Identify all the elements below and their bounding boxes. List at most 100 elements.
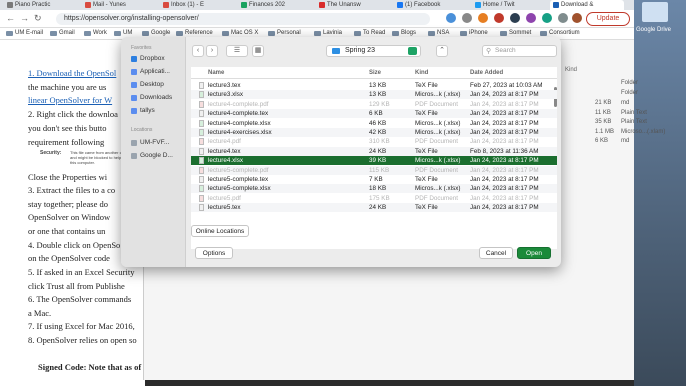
file-icon — [199, 204, 204, 212]
open-button[interactable]: Open — [517, 247, 551, 259]
file-name: lecture5-complete.tex — [208, 176, 269, 183]
file-row[interactable]: lecture5-complete.pdf 115 KB PDF Document J… — [191, 165, 557, 175]
file-row[interactable]: lecture4-complete.tex 6 KB TeX File Jan 24,… — [191, 109, 557, 119]
column-date[interactable]: Date Added — [470, 70, 503, 76]
bookmark-label: Sommet — [509, 30, 532, 36]
browser-tab[interactable]: Finances 202 — [238, 0, 312, 10]
file-row[interactable]: lecture4-exercises.xlsx 42 KB Micros...k (… — [191, 128, 557, 137]
file-size: 115 KB — [369, 166, 390, 174]
sidebar-icon[interactable] — [558, 13, 568, 23]
column-kind[interactable]: Kind — [415, 70, 428, 76]
browser-tab[interactable]: Home / Twit — [472, 0, 546, 10]
file-row[interactable]: lecture5-complete.tex 7 KB TeX File Jan 24,… — [191, 175, 557, 184]
bookmark-item[interactable]: Blogs — [392, 30, 416, 36]
file-row[interactable]: lecture4.pdf 310 KB PDF Document Jan 24, 20… — [191, 137, 557, 146]
bookmark-item[interactable]: NSA — [428, 30, 449, 36]
file-row[interactable]: lecture5.tex 24 KB TeX File Jan 24, 2023 at… — [191, 203, 557, 213]
bookmark-item[interactable]: Lavinia — [314, 30, 342, 36]
sidebar-item[interactable]: Google D... — [131, 152, 173, 159]
share-icon[interactable] — [446, 13, 456, 23]
page-text-line: stay together; please do — [28, 199, 109, 209]
file-row[interactable]: lecture4-complete.xlsx 46 KB Micros...k (.… — [191, 119, 557, 128]
options-button[interactable]: Options — [195, 247, 233, 259]
file-kind: Micros...k (.xlsx) — [415, 91, 461, 99]
file-row[interactable]: lecture5.pdf 175 KB PDF Document Jan 24, 20… — [191, 194, 557, 203]
back-icon[interactable]: ← — [6, 13, 15, 23]
group-icon[interactable]: ▦ — [252, 45, 264, 57]
sidebar-item[interactable]: Downloads — [131, 94, 172, 101]
browser-tab[interactable]: Download & — [550, 0, 624, 10]
bookmark-item[interactable]: Work — [84, 30, 107, 36]
view-options-icon[interactable]: ☰ — [226, 45, 248, 57]
extension-icon[interactable] — [510, 13, 520, 23]
browser-tab[interactable]: Inbox (1) - E — [160, 0, 234, 10]
bookmark-label: NSA — [437, 30, 450, 36]
bookmark-item[interactable]: UM — [114, 30, 132, 36]
file-row[interactable]: lecture5-complete.xlsx 18 KB Micros...k (.… — [191, 184, 557, 194]
folder-icon — [222, 30, 229, 36]
forward-icon[interactable]: → — [20, 13, 29, 23]
page-text-line[interactable]: 1. Download the OpenSol — [28, 68, 116, 78]
bookmark-item[interactable]: Gmail — [50, 30, 75, 36]
browser-tab[interactable]: Piano Practic — [4, 0, 78, 10]
sidebar-item[interactable]: tallys — [131, 107, 155, 114]
extension-icon[interactable] — [494, 13, 504, 23]
file-row[interactable]: lecture3.xlsx 13 KB Micros...k (.xlsx) Jan … — [191, 90, 557, 100]
back-icon[interactable]: ‹ — [192, 45, 204, 57]
extension-icon[interactable] — [542, 13, 552, 23]
sidebar-item[interactable]: Applicati... — [131, 68, 170, 75]
bookmark-item[interactable]: To Read — [354, 30, 385, 36]
finder-kind: md — [621, 100, 630, 106]
tab-label: Home / Twit — [483, 2, 515, 8]
drive-icon — [131, 139, 137, 146]
star-icon[interactable] — [462, 13, 472, 23]
folder-icon — [314, 30, 321, 36]
bookmark-item[interactable]: UM E-mail — [6, 30, 43, 36]
forward-icon[interactable]: › — [206, 45, 218, 57]
file-list: Name Size Kind Date Added lecture3.tex 13… — [191, 67, 557, 249]
browser-tab[interactable]: (1) Facebook — [394, 0, 468, 10]
folder-icon — [131, 55, 137, 62]
reload-icon[interactable]: ↻ — [34, 13, 42, 24]
extension-icon[interactable] — [478, 13, 488, 23]
sidebar-item[interactable]: UM-FVF... — [131, 139, 169, 146]
google-drive-icon[interactable] — [642, 2, 668, 22]
file-row[interactable]: lecture3.tex 13 KB TeX File Feb 27, 2023 at… — [191, 81, 557, 90]
bookmark-item[interactable]: Reference — [176, 30, 213, 36]
bookmark-item[interactable]: Mac OS X — [222, 30, 258, 36]
search-input[interactable]: ⚲ Search — [482, 45, 557, 57]
file-icon — [199, 100, 204, 108]
extension-icon[interactable] — [526, 13, 536, 23]
column-name[interactable]: Name — [208, 70, 224, 76]
location-label: Spring 23 — [345, 47, 375, 54]
browser-tab[interactable]: Mail - Yunes — [82, 0, 156, 10]
page-text-line[interactable]: linear OpenSolver for W — [28, 95, 112, 105]
bookmark-item[interactable]: Personal — [268, 30, 301, 36]
sidebar-item[interactable]: Desktop — [131, 81, 164, 88]
bookmark-item[interactable]: iPhone — [460, 30, 488, 36]
cancel-button[interactable]: Cancel — [479, 247, 513, 259]
file-name: lecture4.pdf — [208, 138, 241, 146]
sidebar-item[interactable]: Dropbox — [131, 55, 165, 62]
page-text-line: Close the Properties wi — [28, 172, 108, 182]
folder-icon — [460, 30, 467, 36]
file-row[interactable]: lecture4-complete.pdf 129 KB PDF Document J… — [191, 100, 557, 109]
bookmark-item[interactable]: Google — [142, 30, 170, 36]
folder-icon — [131, 68, 137, 75]
update-button[interactable]: Update — [586, 12, 630, 26]
column-size[interactable]: Size — [369, 70, 381, 76]
search-icon: ⚲ — [486, 48, 492, 55]
location-popup[interactable]: Spring 23 — [326, 45, 421, 57]
address-bar[interactable]: https://opensolver.org/installing-openso… — [56, 13, 430, 25]
avatar[interactable] — [572, 13, 582, 23]
online-locations-button[interactable]: Online Locations — [191, 225, 249, 237]
bookmark-item[interactable]: Sommet — [500, 30, 531, 36]
page-text-line: 4. Double click on OpenSo — [28, 240, 121, 250]
bookmark-item[interactable]: Consortium — [540, 30, 580, 36]
folder-icon — [428, 30, 435, 36]
file-size: 310 KB — [369, 138, 390, 146]
file-row[interactable]: lecture4.xlsx 39 KB Micros...k (.xlsx) Jan … — [191, 156, 557, 166]
expand-icon[interactable]: ⌃ — [436, 45, 448, 57]
file-row[interactable]: lecture4.tex 24 KB TeX File Feb 8, 2023 at … — [191, 146, 557, 156]
browser-tab[interactable]: The Unansw — [316, 0, 390, 10]
